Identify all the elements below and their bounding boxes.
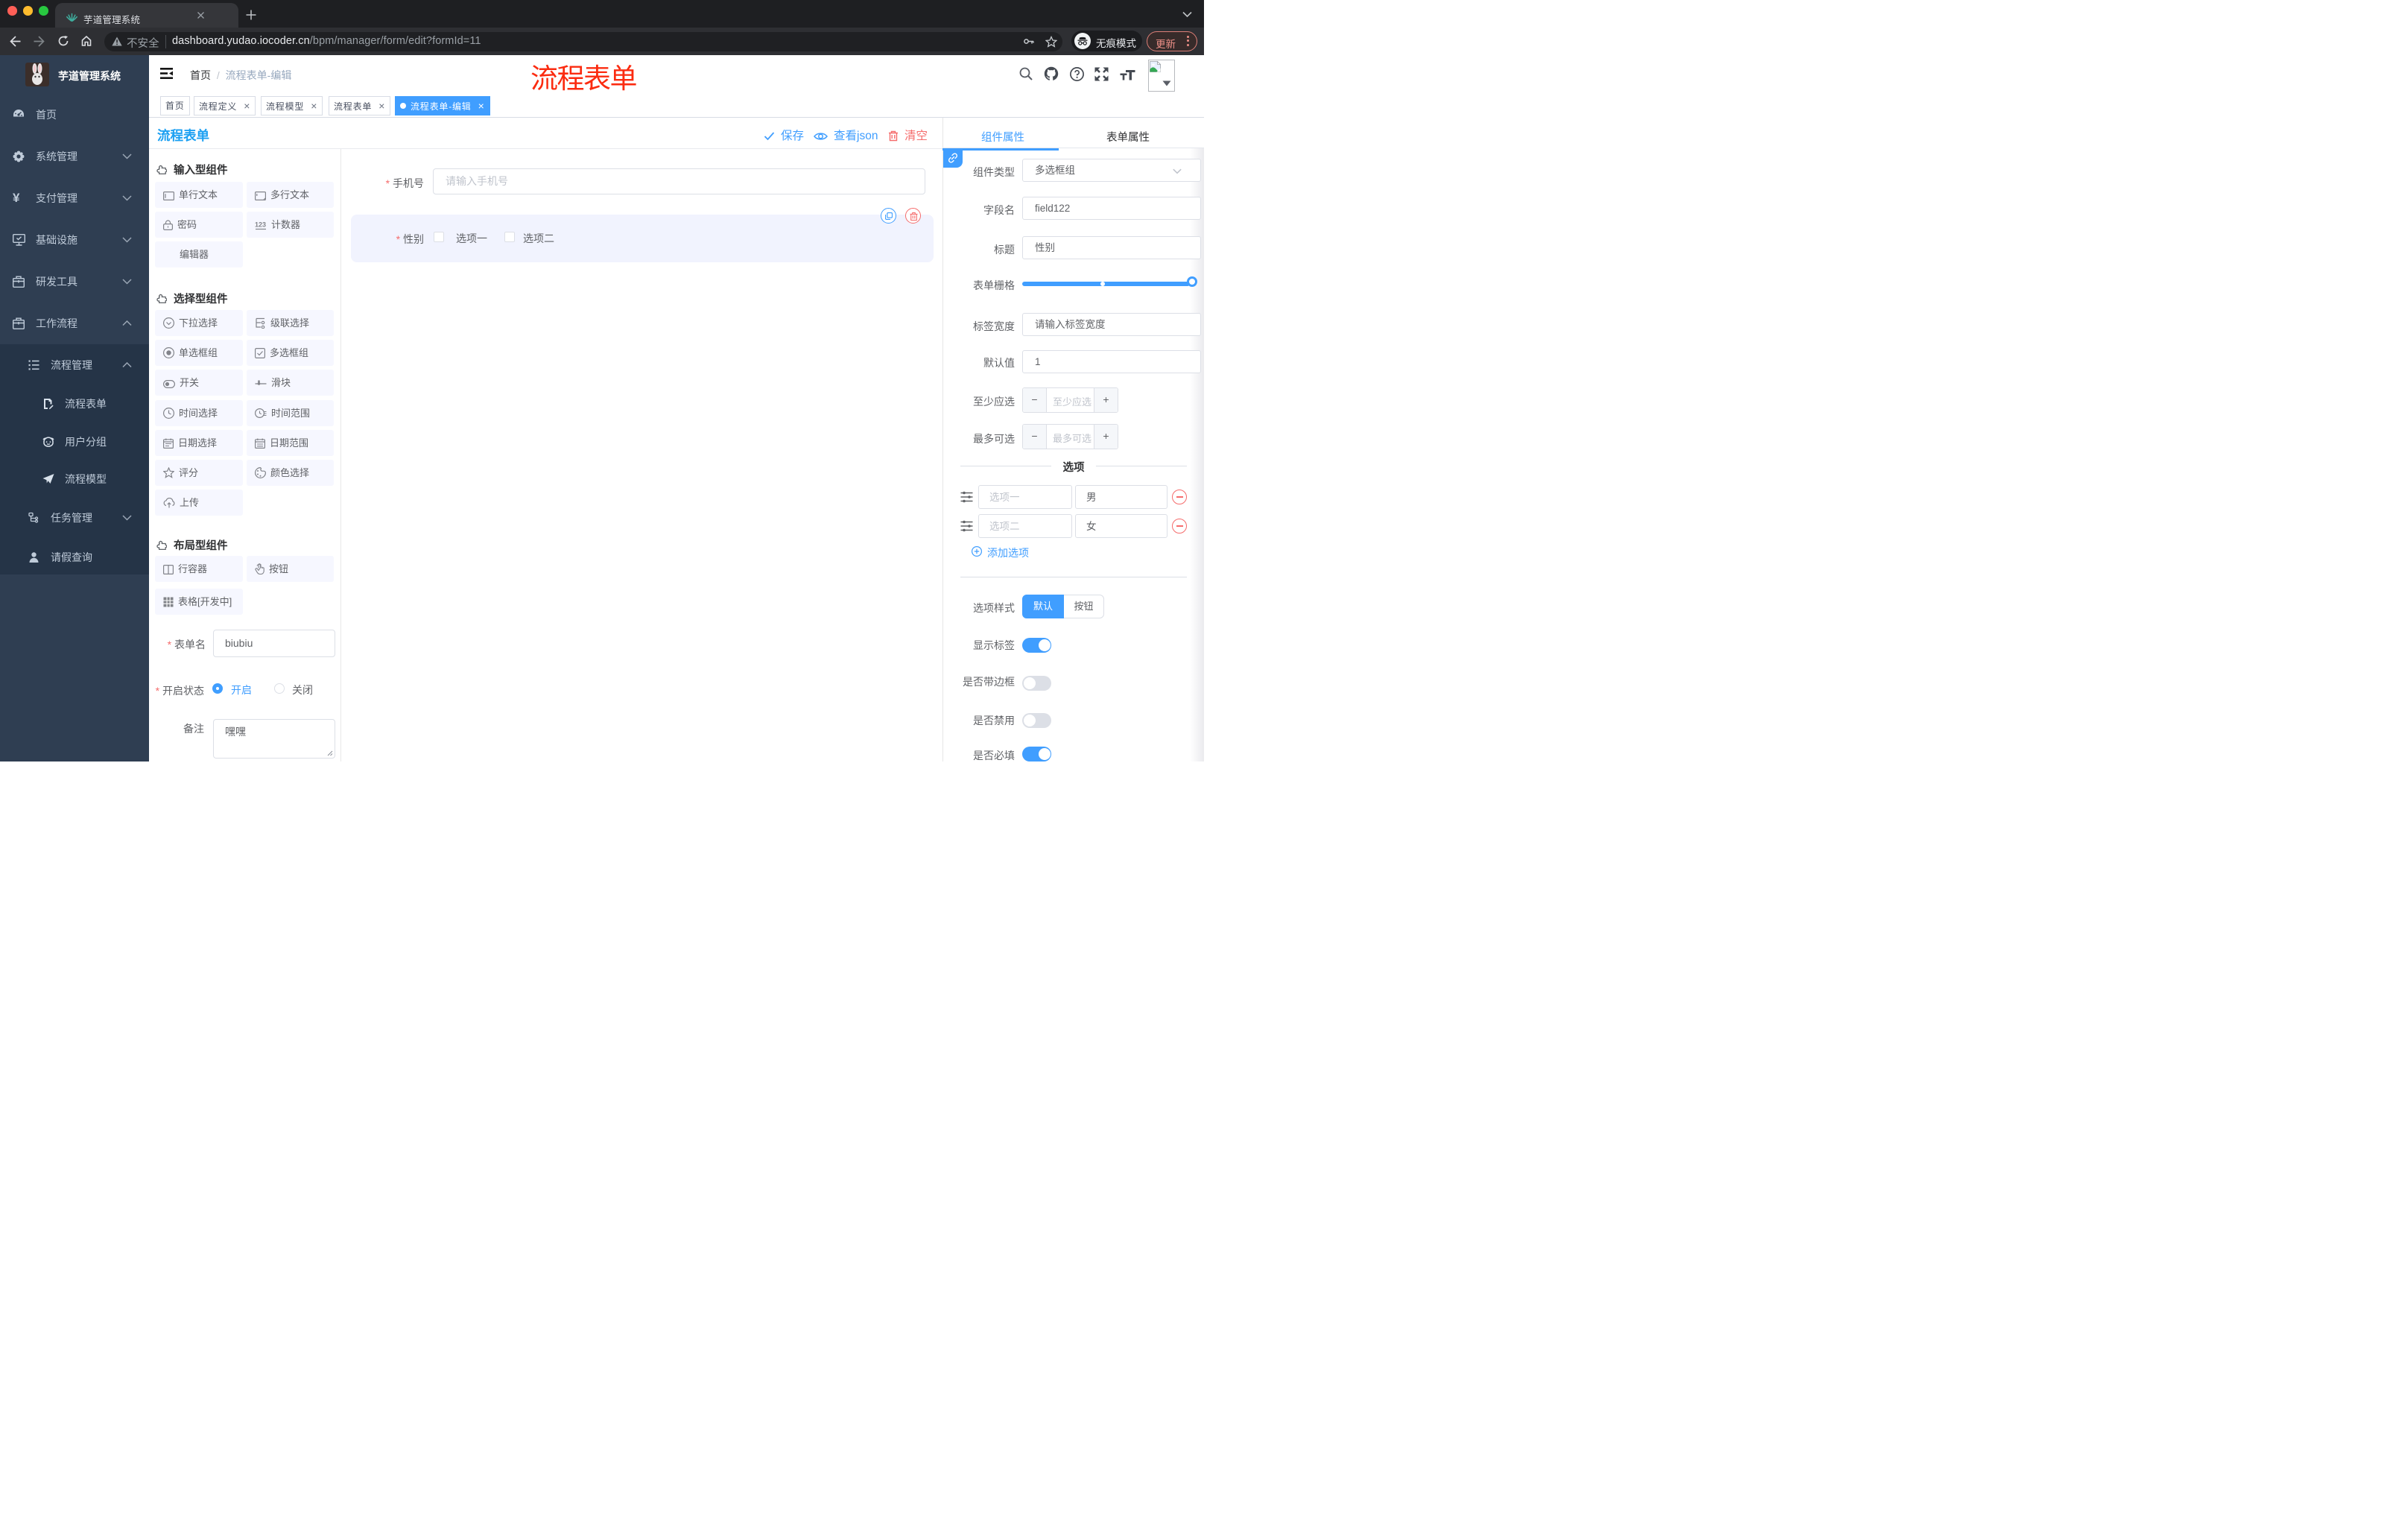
svg-text:123: 123 bbox=[255, 221, 266, 229]
